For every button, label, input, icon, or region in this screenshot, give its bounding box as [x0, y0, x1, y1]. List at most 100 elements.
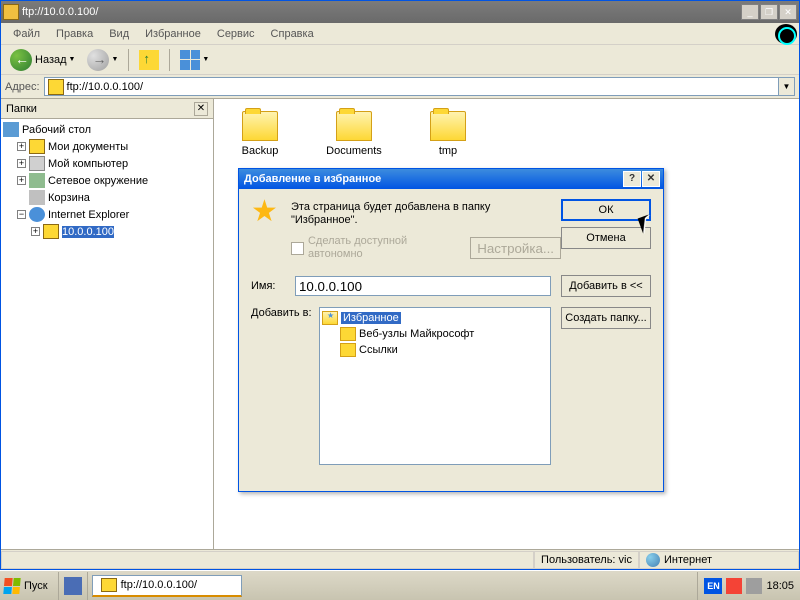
add-to-toggle-button[interactable]: Добавить в << [561, 275, 651, 297]
tree-label[interactable]: Internet Explorer [48, 209, 129, 221]
folder-tree: Рабочий стол + Мои документы + Мой компь… [1, 119, 213, 242]
folder-item[interactable]: Documents [324, 111, 384, 157]
window-title: ftp://10.0.0.100/ [22, 6, 741, 18]
folder-item[interactable]: Backup [230, 111, 290, 157]
toolbar-separator [128, 49, 129, 71]
minimize-button[interactable]: _ [741, 4, 759, 20]
back-button[interactable]: Назад ▼ [5, 46, 80, 74]
folder-icon [336, 111, 372, 141]
dialog-titlebar[interactable]: Добавление в избранное ? ✕ [239, 169, 663, 189]
expander-icon[interactable]: + [31, 227, 40, 236]
addressbar: Адрес: ftp://10.0.0.100/ ▼ [1, 75, 799, 99]
folder-name: tmp [418, 145, 478, 157]
forward-dropdown-icon[interactable]: ▼ [111, 56, 118, 63]
tree-label[interactable]: Сетевое окружение [48, 175, 148, 187]
statusbar: Пользователь: vic Интернет [1, 549, 799, 569]
documents-icon [29, 139, 45, 154]
folder-item[interactable]: tmp [418, 111, 478, 157]
folders-panel-close-button[interactable]: ✕ [194, 102, 208, 116]
add-to-label: Добавить в: [251, 307, 319, 319]
folder-name: Documents [324, 145, 384, 157]
expander-icon[interactable]: + [17, 176, 26, 185]
tree-label[interactable]: Корзина [48, 192, 90, 204]
expander-placeholder [17, 193, 26, 202]
tree-node-ftp[interactable]: + 10.0.0.100 [3, 223, 211, 240]
expander-icon[interactable]: − [17, 210, 26, 219]
back-label: Назад [35, 54, 67, 66]
favorite-star-icon [251, 199, 283, 231]
taskbar-task-button[interactable]: ftp://10.0.0.100/ [92, 575, 242, 597]
volume-icon[interactable] [746, 578, 762, 594]
favorites-tree-label[interactable]: Избранное [341, 312, 401, 324]
favorites-tree-node[interactable]: Веб-узлы Майкрософт [322, 326, 548, 342]
titlebar[interactable]: ftp://10.0.0.100/ _ ❐ ✕ [1, 1, 799, 23]
folders-panel-title: Папки [6, 103, 194, 115]
menubar: Файл Правка Вид Избранное Сервис Справка [1, 23, 799, 45]
tree-node-trash[interactable]: Корзина [3, 189, 211, 206]
views-button[interactable]: ▼ [175, 47, 214, 73]
create-folder-button[interactable]: Создать папку... [561, 307, 651, 329]
expander-icon[interactable]: + [17, 142, 26, 151]
address-input[interactable]: ftp://10.0.0.100/ [44, 77, 779, 96]
menu-help[interactable]: Справка [263, 26, 322, 42]
menu-view[interactable]: Вид [101, 26, 137, 42]
tree-node-my-docs[interactable]: + Мои документы [3, 138, 211, 155]
back-arrow-icon [10, 49, 32, 71]
dialog-message: Эта страница будет добавлена в папку "Из… [291, 199, 561, 261]
tree-label[interactable]: Рабочий стол [22, 124, 91, 136]
quicklaunch-save-icon[interactable] [64, 577, 82, 595]
task-folder-icon [101, 578, 117, 592]
back-dropdown-icon[interactable]: ▼ [69, 56, 76, 63]
menu-tools[interactable]: Сервис [209, 26, 263, 42]
tree-node-ie[interactable]: − Internet Explorer [3, 206, 211, 223]
dialog-close-button[interactable]: ✕ [642, 171, 660, 187]
name-input[interactable] [295, 276, 551, 296]
toolbar: Назад ▼ ▼ ▼ [1, 45, 799, 75]
dialog-body: Эта страница будет добавлена в папку "Из… [239, 189, 663, 475]
ok-button[interactable]: ОК [561, 199, 651, 221]
address-dropdown-button[interactable]: ▼ [779, 77, 795, 96]
favorites-tree-label[interactable]: Веб-узлы Майкрософт [359, 328, 474, 340]
language-indicator[interactable]: EN [704, 578, 722, 594]
cancel-button[interactable]: Отмена [561, 227, 651, 249]
tree-node-network[interactable]: + Сетевое окружение [3, 172, 211, 189]
status-user: Пользователь: vic [534, 551, 639, 569]
tree-label-selected[interactable]: 10.0.0.100 [62, 226, 114, 238]
clock[interactable]: 18:05 [766, 580, 794, 592]
system-tray: EN 18:05 [697, 572, 800, 600]
status-left [1, 551, 534, 569]
window-icon [3, 4, 19, 20]
forward-button[interactable]: ▼ [82, 46, 123, 74]
menu-edit[interactable]: Правка [48, 26, 101, 42]
folder-up-icon [139, 50, 159, 70]
favorites-tree-label[interactable]: Ссылки [359, 344, 398, 356]
desktop-icon [3, 122, 19, 137]
maximize-button[interactable]: ❐ [760, 4, 778, 20]
computer-icon [29, 156, 45, 171]
favorites-tree-node[interactable]: Избранное [322, 310, 548, 326]
offline-checkbox[interactable] [291, 242, 304, 255]
add-favorite-dialog: Добавление в избранное ? ✕ Эта страница … [238, 168, 664, 492]
up-button[interactable] [134, 47, 164, 73]
expander-icon[interactable]: + [17, 159, 26, 168]
views-dropdown-icon[interactable]: ▼ [202, 56, 209, 63]
start-label: Пуск [24, 580, 48, 592]
ie-icon [29, 207, 45, 222]
favorites-tree[interactable]: Избранное Веб-узлы Майкрософт Ссылки [319, 307, 551, 465]
views-icon [180, 50, 200, 70]
tree-label[interactable]: Мои документы [48, 141, 128, 153]
tree-node-desktop[interactable]: Рабочий стол [3, 121, 211, 138]
start-button[interactable]: Пуск [0, 572, 59, 600]
tree-node-my-computer[interactable]: + Мой компьютер [3, 155, 211, 172]
favorites-tree-node[interactable]: Ссылки [322, 342, 548, 358]
offline-label: Сделать доступной автономно [308, 235, 464, 261]
security-shield-icon[interactable] [726, 578, 742, 594]
forward-arrow-icon [87, 49, 109, 71]
tree-label[interactable]: Мой компьютер [48, 158, 128, 170]
close-button[interactable]: ✕ [779, 4, 797, 20]
menu-favorites[interactable]: Избранное [137, 26, 209, 42]
menu-file[interactable]: Файл [5, 26, 48, 42]
dialog-title: Добавление в избранное [242, 173, 623, 185]
windows-logo-icon [3, 578, 20, 594]
dialog-help-button[interactable]: ? [623, 171, 641, 187]
